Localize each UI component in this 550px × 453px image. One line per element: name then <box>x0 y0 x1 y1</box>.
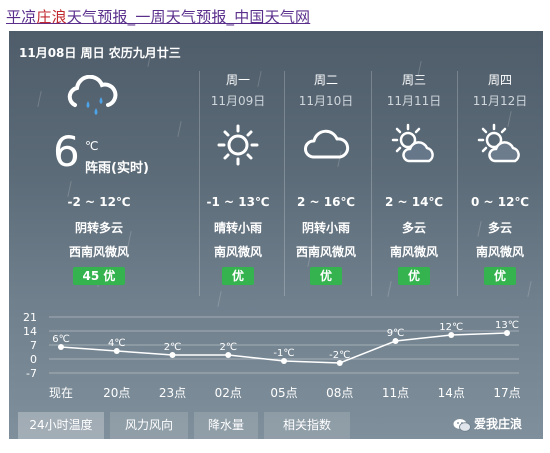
chart-data-label: 2℃ <box>219 342 237 353</box>
chart-data-label: 6℃ <box>52 334 70 345</box>
chart-y-tick-label: 7 <box>30 339 37 352</box>
day-date: 11月10日 <box>298 94 354 108</box>
sun-icon <box>217 124 259 166</box>
chart-x-tick-label: 02点 <box>215 386 242 400</box>
brand-name: 爱我庄浪 <box>474 417 523 431</box>
day-name: 周一 <box>225 73 250 87</box>
day-aqi-badge[interactable]: 优 <box>398 267 430 285</box>
page-title-link[interactable]: 平凉庄浪天气预报_一周天气预报_中国天气网 <box>6 6 310 27</box>
day-temp-range: 0 ~ 12℃ <box>471 195 529 209</box>
day-forecast-2: 周二 11月10日 2 ~ 16℃ 阴转小雨 西南风微风 优 <box>283 31 369 301</box>
day-aqi-badge[interactable]: 优 <box>222 267 254 285</box>
day-forecast-3: 周三 11月11日 2 ~ 14℃ 多云 南风微风 优 <box>371 31 457 301</box>
partly-cloudy-icon <box>477 123 520 163</box>
day-temp-range: 2 ~ 16℃ <box>297 195 355 209</box>
chart-x-tick-label: 17点 <box>493 386 520 400</box>
day-aqi-badge[interactable]: 优 <box>484 267 516 285</box>
chart-y-tick-label: 14 <box>23 325 37 338</box>
chart-y-tick-label: -7 <box>26 367 37 380</box>
chart-x-tick-label: 23点 <box>159 386 186 400</box>
day-aqi-badge[interactable]: 优 <box>310 267 342 285</box>
chart-data-label: 2℃ <box>164 342 182 353</box>
today-wind: 西南风微风 <box>68 245 129 259</box>
today-weather-description: 阵雨(实时) <box>85 161 149 176</box>
chart-data-label: -2℃ <box>329 350 350 361</box>
day-name: 周三 <box>401 73 426 87</box>
hourly-temperature-chart: 211470-7 6℃ 现在 4℃ 20点 2℃ 23点 2℃ 02点 -1℃ 05点 -2℃ 08点 9… <box>23 311 521 400</box>
chart-x-tick-label: 11点 <box>382 386 409 400</box>
day-name: 周四 <box>487 73 512 87</box>
day-condition: 多云 <box>401 221 426 235</box>
wechat-icon <box>453 418 471 432</box>
day-wind: 南风微风 <box>475 245 524 259</box>
weather-widget: 11月08日 周日 农历九月廿三 6 ℃ 阵雨(实时) -2 ~ 12℃ 阴转多… <box>9 31 543 439</box>
tab-24h-temperature[interactable]: 24小时温度 <box>18 412 104 439</box>
day-date: 11月09日 <box>210 94 266 108</box>
chart-x-tick-label: 14点 <box>438 386 465 400</box>
brand-watermark: 爱我庄浪 <box>453 415 522 432</box>
chart-x-tick-label: 现在 <box>49 386 73 400</box>
today-temperature-unit: ℃ <box>85 139 99 153</box>
day-condition: 晴转小雨 <box>213 221 262 235</box>
chart-data-label: 13℃ <box>495 320 519 331</box>
today-temp-range: -2 ~ 12℃ <box>67 195 131 209</box>
day-wind: 南风微风 <box>389 245 438 259</box>
day-condition: 多云 <box>487 221 512 235</box>
cloud-rain-icon <box>67 75 118 115</box>
today-forecast: 6 ℃ 阵雨(实时) -2 ~ 12℃ 阴转多云 西南风微风 45 优 <box>9 31 199 301</box>
day-wind: 南风微风 <box>213 245 262 259</box>
day-temp-range: -1 ~ 13℃ <box>206 195 270 209</box>
chart-y-tick-label: 0 <box>30 353 37 366</box>
today-condition: 阴转多云 <box>74 221 123 235</box>
chart-x-tick-label: 08点 <box>326 386 353 400</box>
day-date: 11月11日 <box>386 94 442 108</box>
title-rest: 天气预报_一周天气预报_中国天气网 <box>66 8 311 26</box>
day-date: 11月12日 <box>472 94 528 108</box>
title-county: 庄浪 <box>36 8 67 26</box>
day-temp-range: 2 ~ 14℃ <box>385 195 443 209</box>
day-wind: 西南风微风 <box>295 245 356 259</box>
tab-wind[interactable]: 风力风向 <box>110 412 188 439</box>
cloud-icon <box>304 129 350 159</box>
tab-precipitation[interactable]: 降水量 <box>194 412 258 439</box>
chart-data-label: 12℃ <box>439 322 463 333</box>
today-aqi-badge[interactable]: 45 优 <box>73 267 125 285</box>
chart-y-tick-label: 21 <box>23 311 37 324</box>
partly-cloudy-icon <box>391 123 434 163</box>
today-temperature: 6 <box>53 127 80 176</box>
chart-data-label: 4℃ <box>108 338 126 349</box>
day-forecast-4: 周四 11月12日 0 ~ 12℃ 多云 南风微风 优 <box>457 31 543 301</box>
chart-x-tick-label: 05点 <box>270 386 297 400</box>
title-city: 平凉 <box>6 8 37 26</box>
chart-x-tick-label: 20点 <box>103 386 130 400</box>
day-forecast-1: 周一 11月09日 -1 ~ 13℃ 晴转小雨 南风微风 优 <box>195 31 281 301</box>
day-condition: 阴转小雨 <box>301 221 350 235</box>
chart-data-label: 9℃ <box>387 328 405 339</box>
day-name: 周二 <box>313 73 338 87</box>
tab-related-indices[interactable]: 相关指数 <box>264 412 350 439</box>
chart-data-label: -1℃ <box>273 348 294 359</box>
